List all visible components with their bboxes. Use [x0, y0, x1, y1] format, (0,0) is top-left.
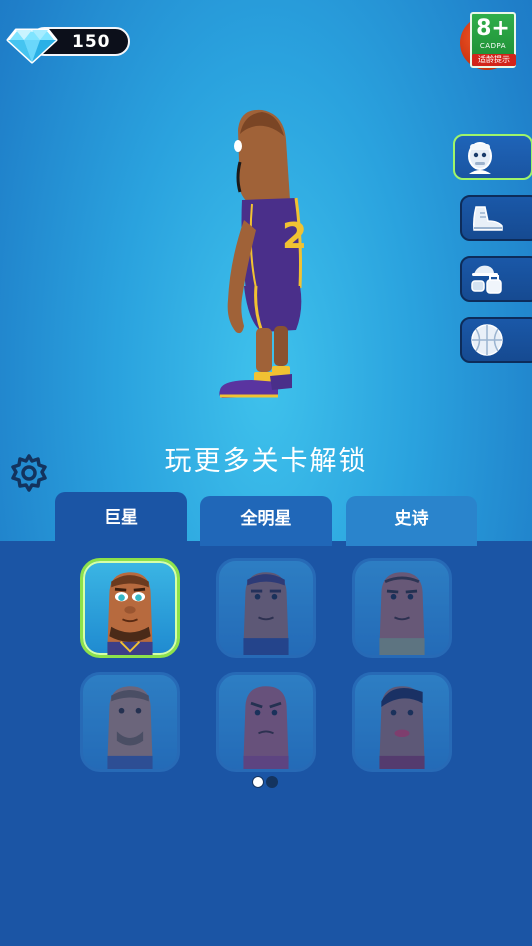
page-dot-2[interactable] — [266, 776, 278, 788]
age-rating-label: 8+ — [476, 16, 510, 41]
character-card-2[interactable] — [216, 558, 316, 658]
age-rating-brand: CADPA — [479, 42, 507, 50]
character-card-6[interactable] — [352, 672, 452, 772]
character-portrait — [379, 686, 425, 769]
character-card-5[interactable] — [216, 672, 316, 772]
category-tab-ball[interactable] — [460, 317, 532, 363]
character-portrait — [107, 572, 153, 655]
head-icon — [468, 142, 492, 174]
character-portrait — [107, 686, 153, 769]
category-tab-accessories[interactable] — [460, 256, 532, 302]
page-dot-1[interactable] — [252, 776, 264, 788]
player-character: 2 — [219, 109, 307, 398]
shoe-icon — [473, 206, 503, 231]
age-rating-note: 适龄提示 — [472, 54, 516, 66]
category-tab-head[interactable] — [453, 134, 532, 180]
category-tab-shoes[interactable] — [460, 195, 532, 241]
character-portrait — [243, 686, 289, 769]
jersey-number: 2 — [282, 216, 307, 257]
character-card-4[interactable] — [80, 672, 180, 772]
tab-epic[interactable]: 史诗 — [346, 496, 477, 546]
gem-count: 150 — [72, 32, 111, 52]
character-portrait — [243, 572, 289, 655]
tab-allstar[interactable]: 全明星 — [200, 496, 332, 546]
basketball-icon — [471, 324, 503, 356]
accessories-icon — [471, 265, 502, 294]
unlock-hint-text: 玩更多关卡解锁 — [164, 446, 368, 477]
character-portrait — [379, 572, 425, 655]
diamond-icon — [6, 28, 58, 64]
tab-superstar[interactable]: 巨星 — [55, 492, 187, 546]
character-card-1[interactable] — [80, 558, 180, 658]
character-card-3[interactable] — [352, 558, 452, 658]
